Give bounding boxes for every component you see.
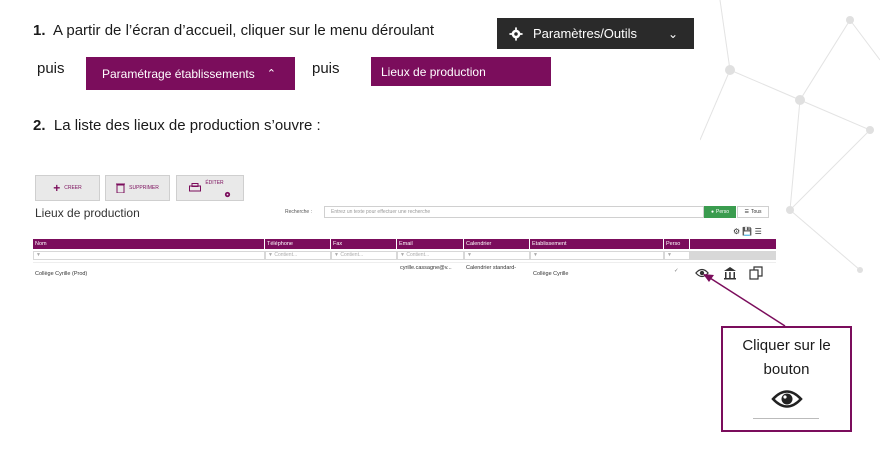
filter-placeholder: Contient... bbox=[274, 252, 298, 258]
filter-email[interactable]: ▼ Contient... bbox=[397, 251, 464, 260]
column-header-calendrier[interactable]: Calendrier bbox=[464, 239, 530, 249]
lieux-de-production-label: Lieux de production bbox=[381, 64, 486, 79]
cell-email: cyrille.cassagne@v... bbox=[400, 265, 452, 271]
column-header-fax[interactable]: Fax bbox=[331, 239, 397, 249]
settings-icon[interactable]: ⚙ bbox=[733, 227, 740, 236]
cell-perso-check: ✓ bbox=[674, 268, 679, 274]
step-1: 1. A partir de l’écran d’accueil, clique… bbox=[33, 22, 434, 39]
supprimer-button[interactable]: SUPPRIMER bbox=[105, 175, 170, 201]
row-divider bbox=[33, 262, 776, 263]
editer-button[interactable]: ÉDITER bbox=[176, 175, 244, 201]
search-input[interactable]: Entrez un texte pour effectuer une reche… bbox=[324, 206, 704, 218]
filter-perso[interactable]: ▼ bbox=[664, 251, 690, 260]
app-screenshot: + CREER SUPPRIMER ÉDITER Lieux de produc… bbox=[33, 172, 776, 284]
gear-icon bbox=[509, 26, 523, 41]
step-1-number: 1. bbox=[33, 22, 46, 39]
filter-placeholder: Contient... bbox=[406, 252, 430, 258]
step-2-text: La liste des lieux de production s’ouvre… bbox=[53, 117, 321, 134]
page-title: Lieux de production bbox=[35, 206, 140, 220]
filter-fax[interactable]: ▼ Contient... bbox=[331, 251, 397, 260]
eye-icon bbox=[770, 390, 803, 408]
tous-button[interactable]: ☰ Tous bbox=[737, 206, 769, 218]
building-icon[interactable] bbox=[723, 266, 737, 280]
parametrage-etablissements-label: Paramétrage établissements bbox=[102, 66, 255, 81]
filter-nom[interactable]: ▼ bbox=[33, 251, 265, 260]
column-header-telephone[interactable]: Téléphone bbox=[265, 239, 331, 249]
step-2: 2. La liste des lieux de production s’ou… bbox=[33, 117, 321, 134]
list-icon: ☰ bbox=[744, 209, 749, 215]
parametrage-etablissements-button[interactable]: Paramétrage établissements ⌃ bbox=[86, 57, 295, 90]
perso-label: Perso bbox=[715, 209, 730, 215]
columns-icon[interactable]: ☰ bbox=[755, 227, 762, 236]
editer-label: ÉDITER bbox=[205, 180, 224, 186]
column-header-email[interactable]: Email bbox=[397, 239, 464, 249]
filter-placeholder: Contient... bbox=[340, 252, 364, 258]
parametres-outils-menu[interactable]: Paramètres/Outils ⌄ bbox=[497, 18, 694, 49]
tous-label: Tous bbox=[750, 209, 762, 215]
lieux-de-production-button[interactable]: Lieux de production bbox=[371, 57, 551, 86]
cell-calendrier: Calendrier standard- bbox=[466, 265, 517, 271]
supprimer-label: SUPPRIMER bbox=[129, 185, 159, 191]
printer-icon bbox=[189, 183, 202, 192]
eye-icon[interactable] bbox=[695, 266, 709, 280]
user-icon: ● bbox=[710, 209, 714, 215]
puis-text-1: puis bbox=[37, 60, 65, 77]
callout-underline bbox=[753, 418, 819, 419]
cell-nom: Collège Cyrille (Prod) bbox=[35, 271, 88, 277]
instruction-callout: Cliquer sur le bouton bbox=[721, 326, 852, 432]
creer-label: CREER bbox=[64, 185, 82, 191]
column-header-etablissement[interactable]: Etablissement bbox=[530, 239, 664, 249]
table-tools: ⚙ 💾 ☰ bbox=[733, 227, 762, 236]
perso-button[interactable]: ● Perso bbox=[704, 206, 736, 218]
chevron-up-icon: ⌃ bbox=[266, 68, 276, 80]
column-header-perso[interactable]: Perso bbox=[664, 239, 690, 249]
search-label: Recherche : bbox=[285, 209, 312, 215]
gear-icon bbox=[224, 191, 230, 197]
filter-etablissement[interactable]: ▼ bbox=[530, 251, 664, 260]
filter-telephone[interactable]: ▼ Contient... bbox=[265, 251, 331, 260]
column-header-actions bbox=[690, 239, 776, 249]
step-1-text: A partir de l’écran d’accueil, cliquer s… bbox=[53, 22, 435, 39]
save-icon[interactable]: 💾 bbox=[742, 227, 752, 236]
callout-line-1: Cliquer sur le bbox=[742, 337, 831, 354]
cell-etablissement: Collège Cyrille bbox=[533, 271, 569, 277]
callout-line-2: bouton bbox=[763, 361, 810, 378]
creer-button[interactable]: + CREER bbox=[35, 175, 100, 201]
step-2-number: 2. bbox=[33, 117, 46, 134]
chevron-down-icon: ⌄ bbox=[667, 26, 678, 41]
plus-icon: + bbox=[53, 181, 61, 195]
puis-text-2: puis bbox=[312, 60, 340, 77]
parametres-outils-label: Paramètres/Outils bbox=[533, 26, 638, 41]
filter-actions-spacer bbox=[690, 251, 776, 260]
trash-icon bbox=[116, 183, 126, 193]
filter-calendrier[interactable]: ▼ bbox=[464, 251, 530, 260]
column-header-nom[interactable]: Nom bbox=[33, 239, 265, 249]
duplicate-icon[interactable] bbox=[749, 266, 763, 280]
